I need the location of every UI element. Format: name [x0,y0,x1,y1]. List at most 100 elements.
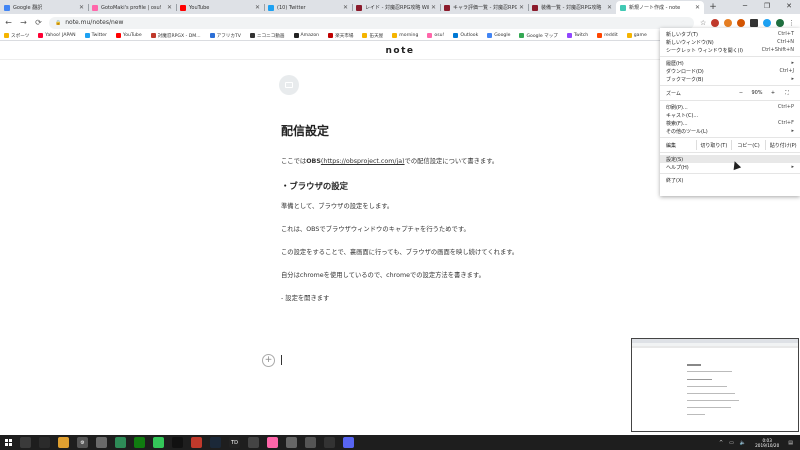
maximize-button[interactable]: ❐ [756,0,778,12]
taskbar-app-icon[interactable] [20,437,31,448]
taskbar-app-icon[interactable] [58,437,69,448]
bookmark-item[interactable]: Twitch [566,33,588,38]
back-icon[interactable]: ← [2,16,15,29]
extension-icon[interactable] [724,18,733,27]
tab-close-icon[interactable]: ✕ [79,4,84,11]
tab[interactable]: レイド - 対魔忍RPG攻略 Wiki ✕ [352,1,440,14]
notifications-icon[interactable]: ▤ [788,440,793,446]
tab-close-icon[interactable]: ✕ [343,4,348,11]
article-body[interactable]: 配信設定 ここではOBS(https://obsproject.com/ja)で… [281,122,601,317]
taskbar-app-icon[interactable] [115,437,126,448]
tab[interactable]: GotoMaki's profile | osu! ✕ [88,1,176,14]
bookmark-item[interactable]: スポーツ [4,33,29,39]
forward-icon[interactable]: → [17,16,30,29]
taskbar-app-icon[interactable] [191,437,202,448]
bookmark-item[interactable]: ニコニコ動画 [249,33,285,39]
bookmark-item[interactable]: YouTube [116,33,142,38]
menu-item[interactable]: 新しいウィンドウ(N) Ctrl+N [660,38,800,46]
network-icon[interactable]: ▭ [729,440,734,446]
menu-item[interactable]: 検索(F)... Ctrl+F [660,119,800,127]
menu-item[interactable]: 新しいタブ(T) Ctrl+T [660,30,800,38]
zoom-in-button[interactable]: + [766,90,780,96]
menu-item[interactable]: ブックマーク(B) ▸ [660,75,800,83]
tab-close-icon[interactable]: ✕ [431,4,436,11]
bookmark-item[interactable]: Outlook [453,33,478,38]
star-icon[interactable]: ☆ [700,19,706,27]
taskbar-app-icon[interactable] [39,437,50,448]
menu-item[interactable]: 印刷(P)... Ctrl+P [660,103,800,111]
taskbar-app-icon[interactable] [267,437,278,448]
clock[interactable]: 0:03 2019/10/20 [755,438,779,448]
article-title[interactable]: 配信設定 [281,122,601,139]
taskbar-app-icon[interactable] [153,437,164,448]
menu-item[interactable]: ヘルプ(H) ▸ [660,163,800,171]
tab[interactable]: Google 翻訳 ✕ [0,1,88,14]
paste-button[interactable]: 貼り付け(P) [765,140,800,150]
new-tab-button[interactable]: + [707,1,719,13]
image-upload-icon[interactable] [279,75,299,95]
taskbar-app-icon[interactable] [324,437,335,448]
bookmark-item[interactable]: morning [392,33,418,38]
zoom-out-button[interactable]: − [734,90,748,96]
chrome-menu-icon[interactable]: ⋮ [788,19,795,27]
reload-icon[interactable]: ⟳ [32,16,45,29]
bookmark-item[interactable]: Twitter [84,33,107,38]
menu-item[interactable]: その他のツール(L) ▸ [660,127,800,135]
bookmark-item[interactable]: Yahoo! JAPAN [38,33,76,38]
bookmark-item[interactable]: osu! [427,33,444,38]
extension-icon[interactable] [737,18,746,27]
tab-close-icon[interactable]: ✕ [607,4,612,11]
menu-item[interactable]: 履歴(H) ▸ [660,59,800,67]
bookmark-item[interactable]: Google [487,33,510,38]
extension-icon[interactable] [750,18,759,27]
tab[interactable]: (10) Twitter ✕ [264,1,352,14]
obs-link[interactable]: (https://obsproject.com/ja) [321,158,405,165]
section-heading[interactable]: ・ブラウザの設定 [281,180,601,192]
menu-item[interactable]: キャスト(C)... [660,111,800,119]
bookmark-item[interactable]: game [626,33,647,38]
tab[interactable]: YouTube ✕ [176,1,264,14]
add-block-button[interactable]: + [262,354,275,367]
bookmark-item[interactable]: アフリカTV [209,33,241,39]
paragraph[interactable]: この設定をすることで、裏画面に行っても、ブラウザの画面を映し続けてくれます。 [281,248,601,258]
taskbar-app-icon[interactable] [286,437,297,448]
taskbar-app-icon[interactable] [172,437,183,448]
paragraph[interactable]: 自分はchromeを使用しているので、chromeでの設定方法を書きます。 [281,271,601,281]
taskbar-app-icon[interactable] [96,437,107,448]
extension-icon[interactable] [711,18,720,27]
tab-close-icon[interactable]: ✕ [167,4,172,11]
tab-close-icon[interactable]: ✕ [255,4,260,11]
paragraph[interactable]: これは、OBSでブラウザウィンドウのキャプチャを行うためです。 [281,225,601,235]
bookmark-item[interactable]: 楽天市場 [328,33,353,39]
tab-close-icon[interactable]: ✕ [695,4,700,11]
menu-item[interactable]: シークレット ウィンドウを開く(I) Ctrl+Shift+N [660,46,800,54]
close-window-button[interactable]: ✕ [778,0,800,12]
intro-paragraph[interactable]: ここではOBS(https://obsproject.com/ja)での配信設定… [281,157,601,167]
notification-chevron-icon[interactable]: ^ [719,440,723,446]
copy-button[interactable]: コピー(C) [730,140,766,150]
tab[interactable]: キャラ評価一覧 - 対魔忍RPG攻 ✕ [440,1,528,14]
bookmark-item[interactable]: 対魔忍RPGX - DM... [150,33,201,39]
taskbar-app-icon[interactable]: TD [229,437,240,448]
minimize-button[interactable]: ─ [734,0,756,12]
taskbar-app-icon[interactable] [343,437,354,448]
fullscreen-icon[interactable]: ⛶ [780,90,794,96]
taskbar-app-icon[interactable] [305,437,316,448]
volume-icon[interactable]: 🔈 [740,440,746,446]
tab[interactable]: 装備一覧 - 対魔忍RPG攻略 ✕ [528,1,616,14]
taskbar-app-icon[interactable] [248,437,259,448]
menu-item[interactable]: ダウンロード(D) Ctrl+J [660,67,800,75]
start-button[interactable] [0,435,16,450]
tab[interactable]: 新規ノート作成 - note ✕ [616,1,704,14]
cut-button[interactable]: 切り取り(T) [696,140,731,150]
taskbar-app-icon[interactable]: ⚙ [77,437,88,448]
note-logo[interactable]: note [386,46,415,56]
tab-close-icon[interactable]: ✕ [519,4,524,11]
paragraph[interactable]: 準備として、ブラウザの設定をします。 [281,202,601,212]
paragraph[interactable]: - 設定を開きます [281,294,601,304]
taskbar-app-icon[interactable] [210,437,221,448]
extension-icon[interactable] [763,18,772,27]
address-bar[interactable]: 🔒 note.mu/notes/new [49,16,694,29]
bookmark-item[interactable]: Amazon [293,33,319,38]
profile-avatar[interactable] [776,18,785,27]
